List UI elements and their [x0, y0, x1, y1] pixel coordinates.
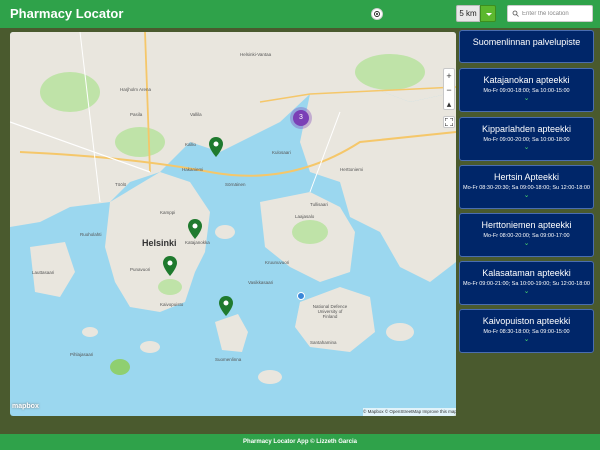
- map[interactable]: Helsinki Harjholm Arena Suomenlinna Sant…: [10, 32, 456, 416]
- zoom-in-icon[interactable]: +: [444, 69, 454, 83]
- pharmacy-card[interactable]: Herttoniemen apteekki Mo-Fr 08:00-20:00;…: [459, 213, 594, 257]
- radius-select[interactable]: 5 km: [456, 5, 480, 22]
- map-pin-icon[interactable]: [188, 219, 202, 239]
- zoom-controls: + − ▴: [443, 68, 455, 110]
- map-pin-icon[interactable]: [163, 256, 177, 276]
- pharmacy-card[interactable]: Katajanokan apteekki Mo-Fr 09:00-18:00; …: [459, 68, 594, 112]
- pharmacy-hours: Mo-Fr 08:00-20:00; Sa 09:00-17:00: [483, 233, 570, 239]
- pharmacy-card[interactable]: Kipparlahden apteekki Mo-Fr 09:00-20:00;…: [459, 117, 594, 161]
- map-label: Herttoniemi: [340, 167, 364, 172]
- chevron-down-icon[interactable]: ⌄: [460, 240, 593, 247]
- map-label: National Defence University of Finland: [312, 304, 348, 319]
- map-label: Vasikkasaari: [248, 280, 274, 285]
- pharmacy-card[interactable]: Kaivopuiston apteekki Mo-Fr 08:30-18:00;…: [459, 309, 594, 353]
- chevron-down-icon[interactable]: ⌄: [460, 144, 593, 151]
- pharmacy-hours: Mo-Fr 09:00-18:00; Sa 10:00-15:00: [483, 88, 570, 94]
- map-label: Kamppi: [160, 210, 176, 215]
- app-title: Pharmacy Locator: [10, 6, 124, 21]
- map-label: Helsinki-Vantaa: [240, 52, 272, 57]
- map-label: Harjholm Arena: [120, 87, 152, 92]
- map-label: Töölö: [115, 182, 127, 187]
- pharmacy-card[interactable]: Kalasataman apteekki Mo-Fr 09:00-21:00; …: [459, 261, 594, 305]
- map-label: Kruunuvuori: [265, 260, 290, 265]
- search-icon: [512, 10, 519, 17]
- map-label: Lauttasaari: [32, 270, 55, 275]
- compass-icon[interactable]: ▴: [444, 97, 454, 111]
- locate-icon: [374, 11, 380, 17]
- fullscreen-icon: [445, 118, 453, 126]
- pharmacy-hours: Mo-Fr 09:00-20:00; Sa 10:00-18:00: [483, 137, 570, 143]
- map-label: Laajasalo: [295, 214, 315, 219]
- chevron-down-icon[interactable]: ⌄: [460, 192, 593, 199]
- chevron-down-icon[interactable]: ⌄: [460, 336, 593, 343]
- map-label: Katajanokka: [185, 240, 210, 245]
- map-attribution[interactable]: © Mapbox © OpenStreetMap Improve this ma…: [363, 408, 456, 416]
- pharmacy-hours: Mo-Fr 09:00-21:00; Sa 10:00-19:00; Su 12…: [463, 281, 590, 287]
- map-label: Kulosaari: [272, 150, 291, 155]
- locate-button[interactable]: [371, 8, 383, 20]
- map-pin-icon[interactable]: [219, 296, 233, 316]
- pharmacy-name: Suomenlinnan palvelupiste: [472, 37, 581, 47]
- map-label: Ruoholahti: [80, 232, 102, 237]
- footer: Pharmacy Locator App © Lizzeth Garcia: [0, 434, 600, 450]
- top-bar: Pharmacy Locator 5 km: [0, 0, 600, 28]
- location-search[interactable]: [507, 5, 593, 22]
- pharmacy-hours: Mo-Fr 08:30-20:30; Sa 09:00-18:00; Su 12…: [463, 185, 590, 191]
- pharmacy-name: Herttoniemen apteekki: [481, 220, 572, 230]
- pharmacy-name: Katajanokan apteekki: [483, 75, 570, 85]
- pharmacy-name: Kipparlahden apteekki: [481, 124, 572, 134]
- user-location-marker: [297, 292, 305, 300]
- pharmacy-name: Hertsin Apteekki: [493, 172, 560, 182]
- map-label: Santahamina: [310, 340, 337, 345]
- pharmacy-name: Kaivopuiston apteekki: [482, 316, 571, 326]
- map-label: Hakaniemi: [182, 167, 204, 172]
- pharmacy-card[interactable]: Suomenlinnan palvelupiste: [459, 30, 594, 63]
- map-label: Sörnäinen: [225, 182, 246, 187]
- location-input[interactable]: [522, 7, 590, 20]
- map-label: Pasila: [130, 112, 143, 117]
- chevron-down-icon[interactable]: ⌄: [460, 288, 593, 295]
- map-label: Punavuori: [130, 267, 151, 272]
- mapbox-logo[interactable]: mapbox: [12, 403, 39, 410]
- map-label: Kallio: [185, 142, 197, 147]
- map-label: Suomenlinna: [215, 357, 242, 362]
- map-label: Kaivopuisto: [160, 302, 184, 307]
- fullscreen-button[interactable]: [443, 116, 455, 128]
- map-pin-icon[interactable]: [209, 137, 223, 157]
- radius-dropdown-button[interactable]: [480, 5, 496, 22]
- pharmacy-hours: Mo-Fr 08:30-18:00; Sa 09:00-15:00: [483, 329, 570, 335]
- map-label: Tullisaari: [310, 202, 328, 207]
- city-label: Helsinki: [142, 238, 177, 248]
- map-label: Pihlajasaari: [70, 352, 94, 357]
- map-label: Vallila: [190, 112, 202, 117]
- pharmacy-name: Kalasataman apteekki: [482, 268, 571, 278]
- pharmacy-card[interactable]: Hertsin Apteekki Mo-Fr 08:30-20:30; Sa 0…: [459, 165, 594, 209]
- chevron-down-icon[interactable]: ⌄: [460, 95, 593, 102]
- cluster-marker[interactable]: 3: [293, 110, 309, 126]
- zoom-out-icon[interactable]: −: [444, 83, 454, 97]
